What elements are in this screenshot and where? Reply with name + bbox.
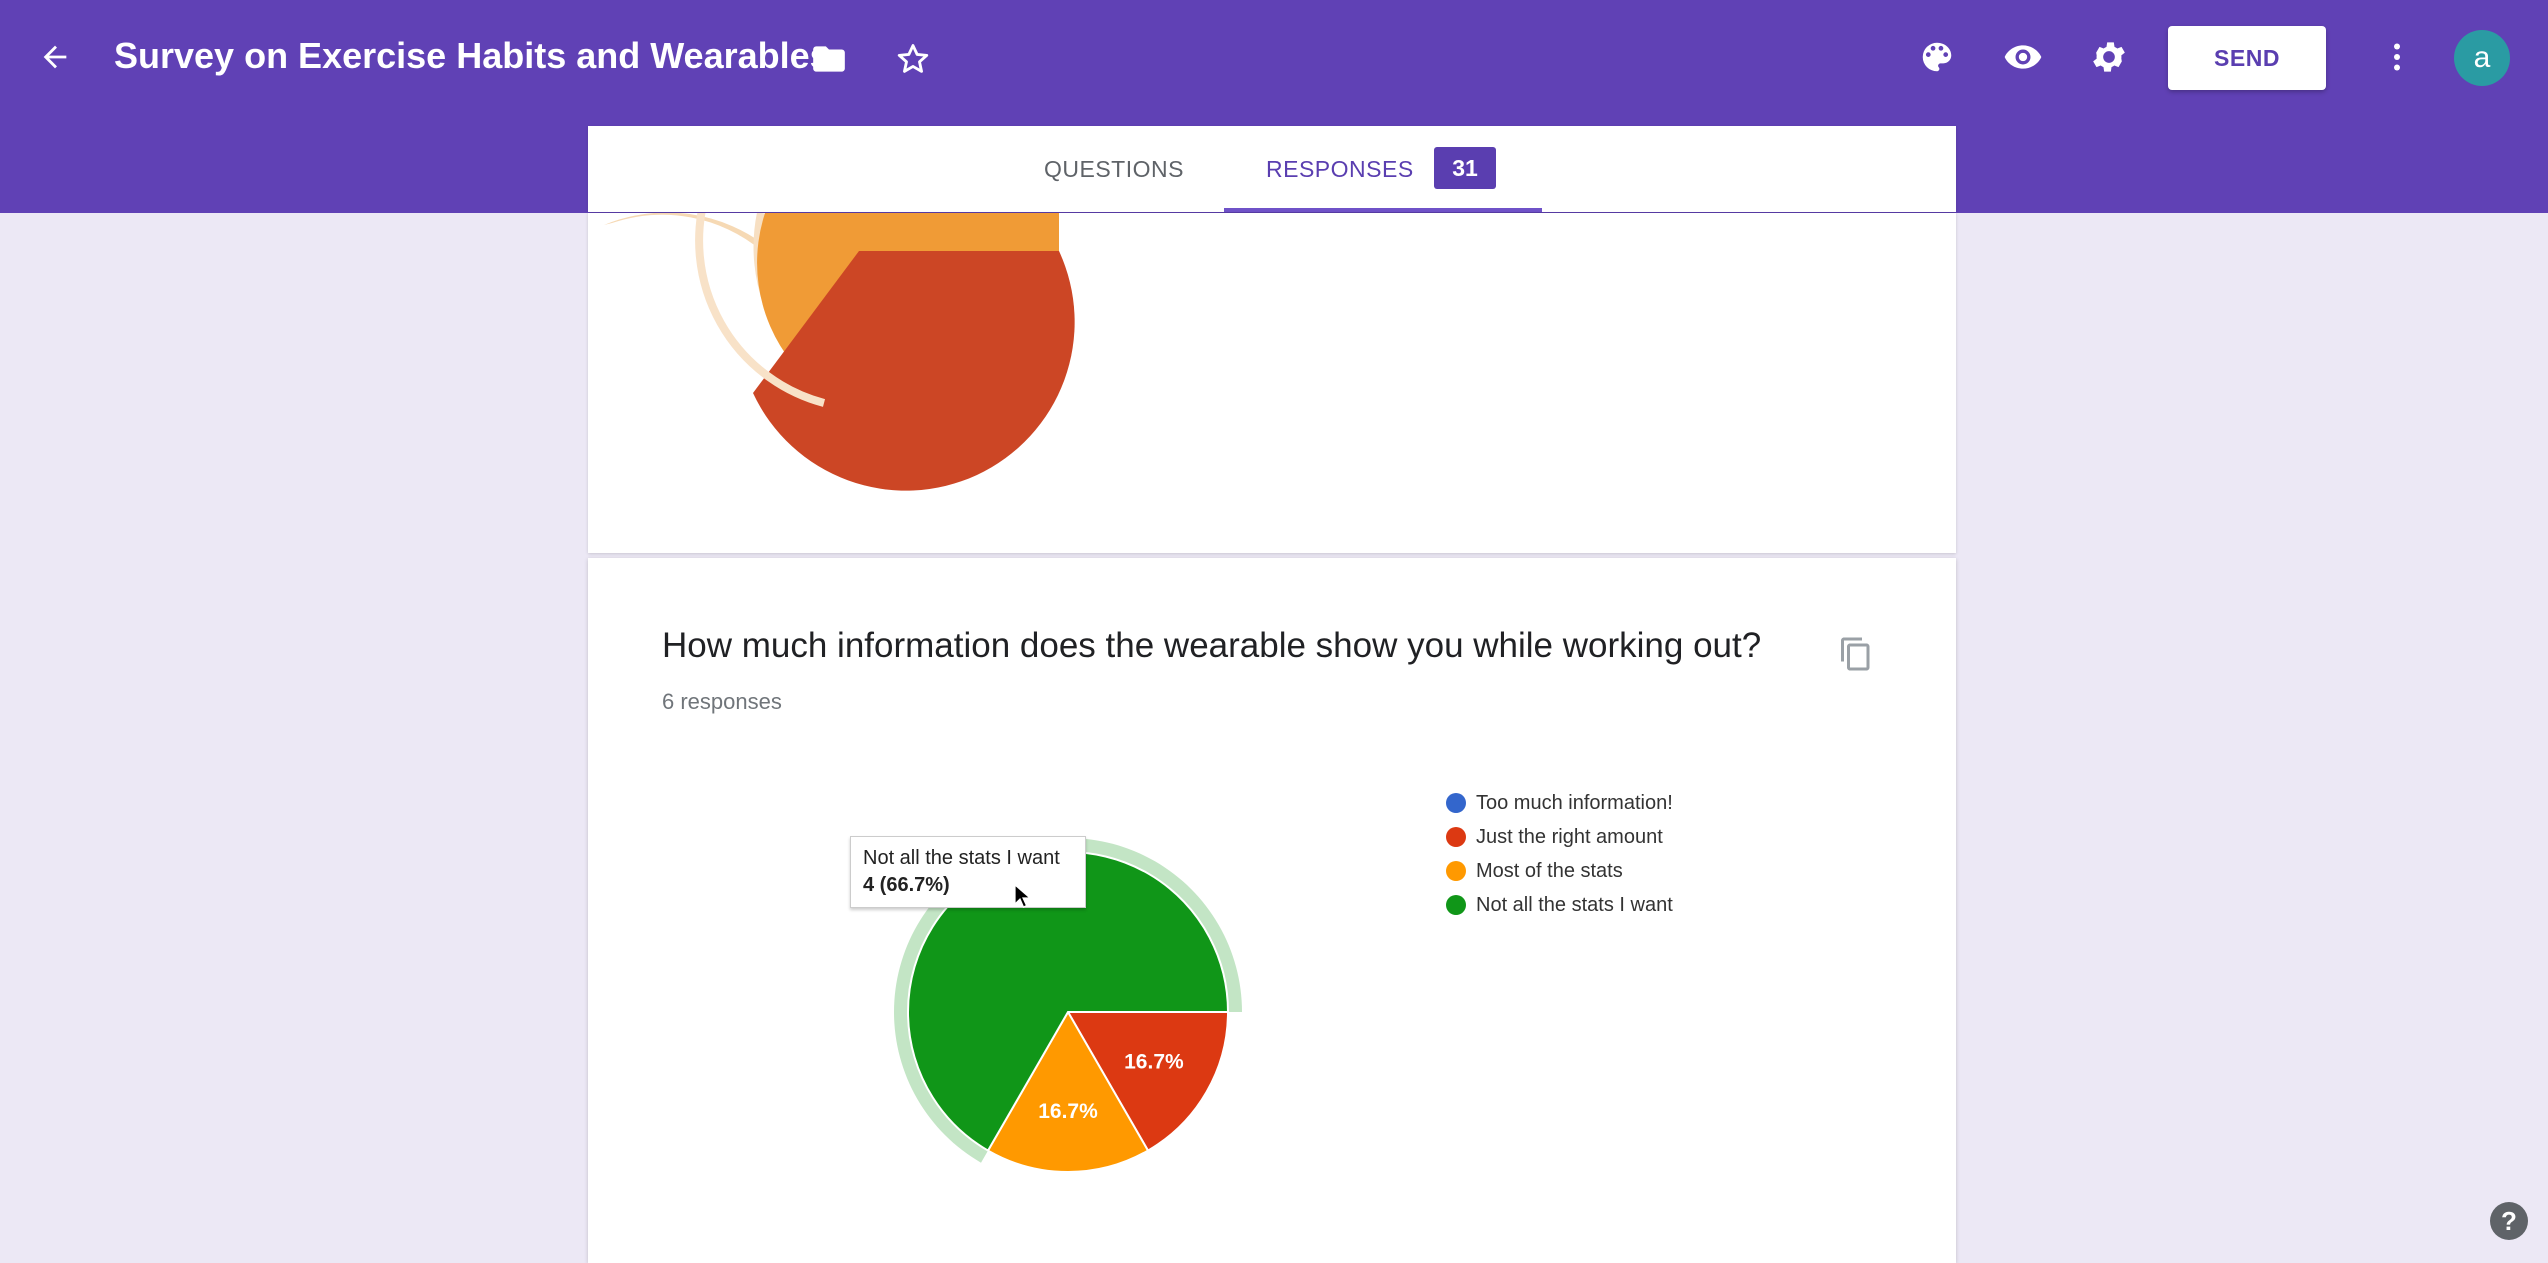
legend-item[interactable]: Too much information! [1446,786,1673,820]
pie-chart: 16.7% 16.7% [894,838,1242,1173]
tab-responses[interactable]: RESPONSES [1266,126,1414,212]
legend-item[interactable]: Most of the stats [1446,854,1673,888]
legend-item[interactable]: Not all the stats I want [1446,888,1673,922]
legend-dot [1446,895,1466,915]
active-tab-indicator [1224,208,1542,212]
legend-label: Just the right amount [1476,825,1663,848]
more-vert-icon[interactable] [2372,32,2422,82]
question-card: How much information does the wearable s… [588,558,1956,1263]
legend-dot [1446,793,1466,813]
tab-questions[interactable]: QUESTIONS [1044,126,1184,212]
tooltip-title: Not all the stats I want [863,847,1060,869]
legend-label: Not all the stats I want [1476,893,1673,916]
legend-dot [1446,827,1466,847]
mouse-cursor-icon [1014,883,1032,915]
send-button[interactable]: SEND [2168,26,2326,90]
star-icon[interactable] [888,34,938,84]
avatar[interactable]: a [2454,30,2510,86]
legend-dot [1446,861,1466,881]
pie-slice-label: 16.7% [1038,1100,1098,1123]
previous-question-card: 33.3% [588,213,1956,553]
pie-slice-label: 16.7% [1124,1051,1184,1074]
folder-icon[interactable] [804,34,854,84]
legend-label: Too much information! [1476,791,1673,814]
form-title[interactable]: Survey on Exercise Habits and Wearables [114,30,830,82]
help-icon[interactable]: ? [2490,1202,2528,1240]
tooltip-value: 4 (66.7%) [863,874,950,896]
tab-bar: QUESTIONS RESPONSES 31 [588,126,1956,212]
responses-count-badge: 31 [1434,147,1496,189]
chart-legend: Too much information! Just the right amou… [1446,786,1673,922]
legend-item[interactable]: Just the right amount [1446,820,1673,854]
legend-label: Most of the stats [1476,859,1623,882]
chart-tooltip: Not all the stats I want 4 (66.7%) [850,836,1086,908]
prev-pie [695,213,1075,491]
eye-icon[interactable] [1998,32,2048,82]
prev-slice-33-label: 33.3% [1094,337,1154,360]
palette-icon[interactable] [1912,32,1962,82]
back-arrow-icon[interactable] [30,32,80,82]
gear-icon[interactable] [2084,32,2134,82]
